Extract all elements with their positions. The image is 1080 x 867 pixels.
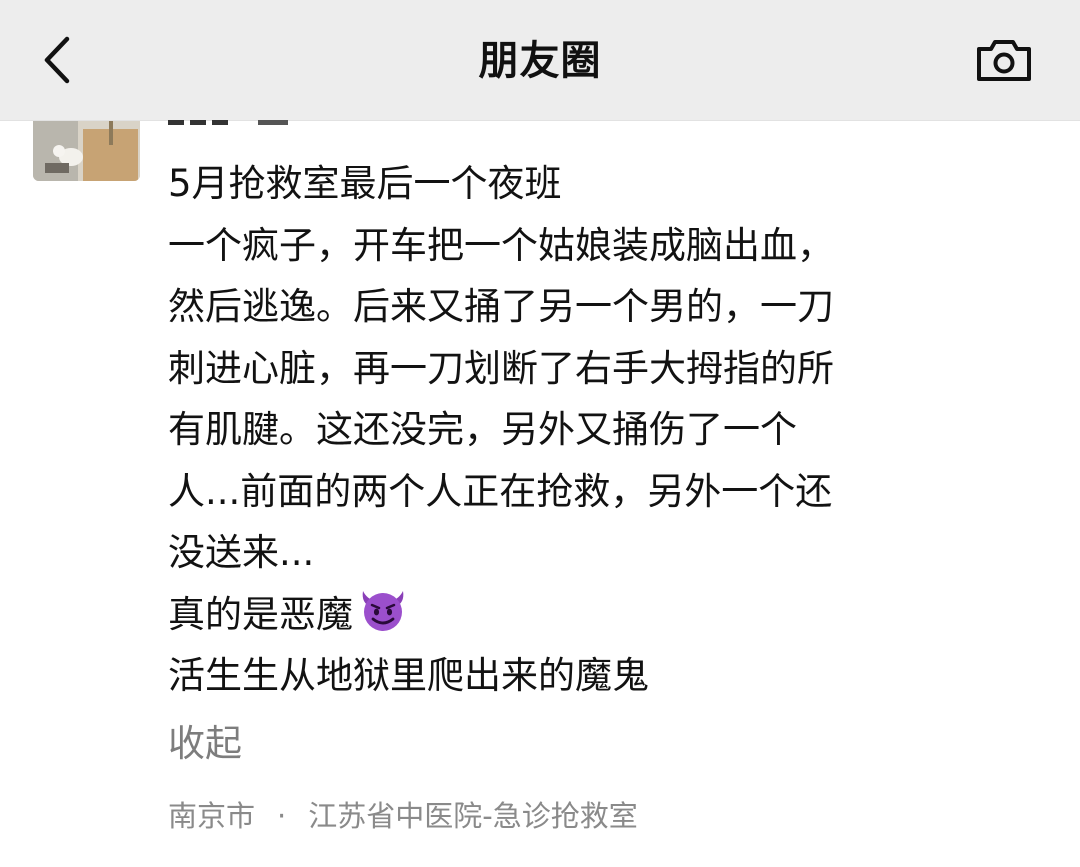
post-line-with-emoji: 真的是恶魔 <box>168 584 1048 646</box>
post-line: 没送来... <box>168 531 315 574</box>
camera-icon <box>977 40 1031 81</box>
collapse-link[interactable]: 收起 <box>168 713 242 767</box>
top-navbar: 朋友圈 <box>0 0 1080 121</box>
post-line: 5月抢救室最后一个夜班 <box>168 162 562 205</box>
avatar-image <box>33 121 140 181</box>
location-place: 江苏省中医院-急诊抢救室 <box>308 799 638 833</box>
post-line: 然后逃逸。后来又捅了另一个男的，一刀 <box>168 285 834 328</box>
post-line: 人...前面的两个人正在抢救，另外一个还 <box>168 469 833 513</box>
post-content: 5月抢救室最后一个夜班 一个疯子，开车把一个姑娘装成脑出血， 然后逃逸。后来又捅… <box>168 153 1048 707</box>
moments-post: 5月抢救室最后一个夜班 一个疯子，开车把一个姑娘装成脑出血， 然后逃逸。后来又捅… <box>0 120 1080 867</box>
location-line[interactable]: 南京市 · 江苏省中医院-急诊抢救室 <box>168 793 638 835</box>
post-line: 有肌腱。这还没完，另外又捅伤了一个 <box>168 408 797 451</box>
page-title: 朋友圈 <box>478 38 602 84</box>
camera-button[interactable] <box>966 24 1042 96</box>
post-line: 一个疯子，开车把一个姑娘装成脑出血， <box>168 223 834 267</box>
location-city: 南京市 <box>168 799 256 833</box>
avatar[interactable] <box>33 121 140 181</box>
nickname-cutoff <box>168 115 298 125</box>
smiling-imp-emoji <box>355 585 411 652</box>
location-separator: · <box>277 799 287 833</box>
post-line: 刺进心脏，再一刀划断了右手大拇指的所 <box>168 346 834 390</box>
post-line: 活生生从地狱里爬出来的魔鬼 <box>168 654 649 697</box>
post-line-text: 真的是恶魔 <box>168 592 353 636</box>
